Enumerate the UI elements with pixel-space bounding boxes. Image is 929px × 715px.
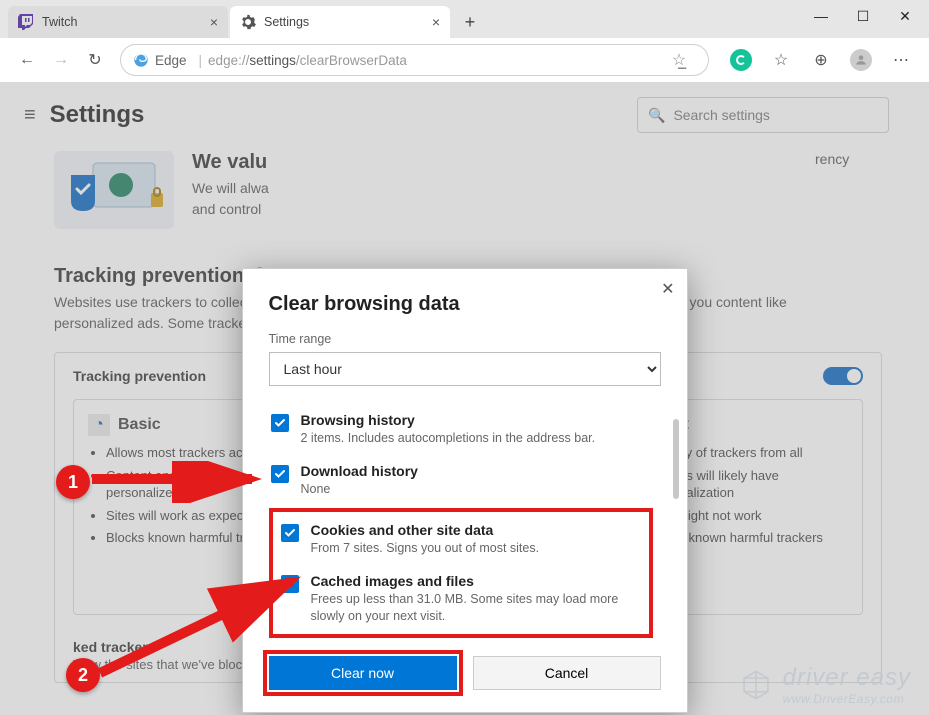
page-title: Settings	[50, 101, 145, 129]
edge-site-icon: Edge	[133, 52, 187, 68]
clear-browsing-data-dialog: ✕ Clear browsing data Time range Last ho…	[242, 268, 688, 713]
minimize-button[interactable]: —	[801, 2, 841, 30]
browser-toolbar: ← → ↻ Edge | edge://settings/clearBrowse…	[0, 38, 929, 83]
annotation-highlight-box: Cookies and other site data From 7 sites…	[269, 508, 653, 639]
check-title: Browsing history	[301, 412, 596, 428]
close-icon[interactable]: ×	[432, 14, 440, 30]
check-desc: Frees up less than 31.0 MB. Some sites m…	[311, 591, 641, 625]
checkbox-icon[interactable]	[271, 465, 289, 483]
back-button[interactable]: ←	[10, 43, 44, 77]
separator: |	[199, 53, 203, 68]
checkbox-icon[interactable]	[281, 524, 299, 542]
card-heading: Tracking prevention	[73, 368, 206, 384]
tracking-heading: Tracking prevention	[54, 265, 244, 288]
new-tab-button[interactable]: +	[456, 8, 484, 36]
privacy-line: We will alwa	[192, 180, 269, 196]
tab-label: Settings	[264, 15, 424, 29]
cancel-button[interactable]: Cancel	[473, 656, 661, 690]
grammarly-extension-icon[interactable]	[723, 43, 759, 77]
checkbox-icon[interactable]	[271, 414, 289, 432]
menu-icon[interactable]: ≡	[24, 104, 36, 127]
favorites-button[interactable]: ☆	[763, 43, 799, 77]
time-range-select[interactable]: Last hour	[269, 352, 661, 386]
address-bar[interactable]: Edge | edge://settings/clearBrowserData …	[120, 44, 709, 76]
privacy-right-fragment: rency	[815, 151, 849, 167]
search-settings-input[interactable]: 🔍 Search settings	[637, 97, 889, 133]
search-placeholder: Search settings	[673, 107, 770, 123]
checkbox-browsing-history[interactable]: Browsing history 2 items. Includes autoc…	[269, 404, 653, 455]
tab-twitch[interactable]: Twitch ×	[8, 6, 228, 38]
window-titlebar: Twitch × Settings × + — ☐ ✕	[0, 0, 929, 38]
edge-label: Edge	[155, 53, 187, 68]
close-window-button[interactable]: ✕	[885, 2, 925, 30]
level-name: Basic	[118, 416, 161, 434]
dialog-title: Clear browsing data	[269, 293, 661, 316]
window-controls: — ☐ ✕	[801, 2, 925, 30]
privacy-line: and control	[192, 201, 261, 217]
twitch-icon	[18, 14, 34, 30]
gear-icon	[240, 14, 256, 30]
tracking-desc: Websites use trackers to collect inf	[54, 294, 269, 310]
refresh-button[interactable]: ↻	[78, 43, 112, 77]
check-title: Cached images and files	[311, 573, 641, 589]
close-icon[interactable]: ×	[210, 14, 218, 30]
check-desc: None	[301, 481, 418, 498]
time-range-label: Time range	[269, 332, 661, 346]
url-text: edge://settings/clearBrowserData	[208, 53, 407, 68]
privacy-heading: We valu	[192, 151, 797, 174]
checkbox-download-history[interactable]: Download history None	[269, 455, 653, 506]
settings-page: ≡ Settings 🔍 Search settings	[0, 83, 929, 715]
check-desc: From 7 sites. Signs you out of most site…	[311, 540, 540, 557]
search-icon: 🔍	[648, 107, 665, 124]
tab-strip: Twitch × Settings × +	[0, 6, 484, 38]
tab-settings[interactable]: Settings ×	[230, 6, 450, 38]
checkbox-icon[interactable]	[281, 575, 299, 593]
tab-label: Twitch	[42, 15, 202, 29]
checkbox-cache[interactable]: Cached images and files Frees up less th…	[279, 565, 643, 633]
forward-button[interactable]: →	[44, 43, 78, 77]
collections-button[interactable]: ⊕	[803, 43, 839, 77]
more-button[interactable]: ⋯	[883, 43, 919, 77]
checkbox-cookies[interactable]: Cookies and other site data From 7 sites…	[279, 514, 643, 565]
close-icon[interactable]: ✕	[661, 279, 674, 299]
privacy-illustration	[54, 151, 174, 229]
maximize-button[interactable]: ☐	[843, 2, 883, 30]
read-aloud-icon[interactable]: ☆̲	[662, 43, 696, 77]
dialog-scrollbar[interactable]	[673, 419, 679, 499]
check-title: Cookies and other site data	[311, 522, 540, 538]
clear-now-button[interactable]: Clear now	[269, 656, 457, 690]
check-title: Download history	[301, 463, 418, 479]
level-icon: ◔	[88, 414, 110, 436]
profile-button[interactable]	[843, 43, 879, 77]
tracking-toggle[interactable]	[823, 367, 863, 385]
check-desc: 2 items. Includes autocompletions in the…	[301, 430, 596, 447]
